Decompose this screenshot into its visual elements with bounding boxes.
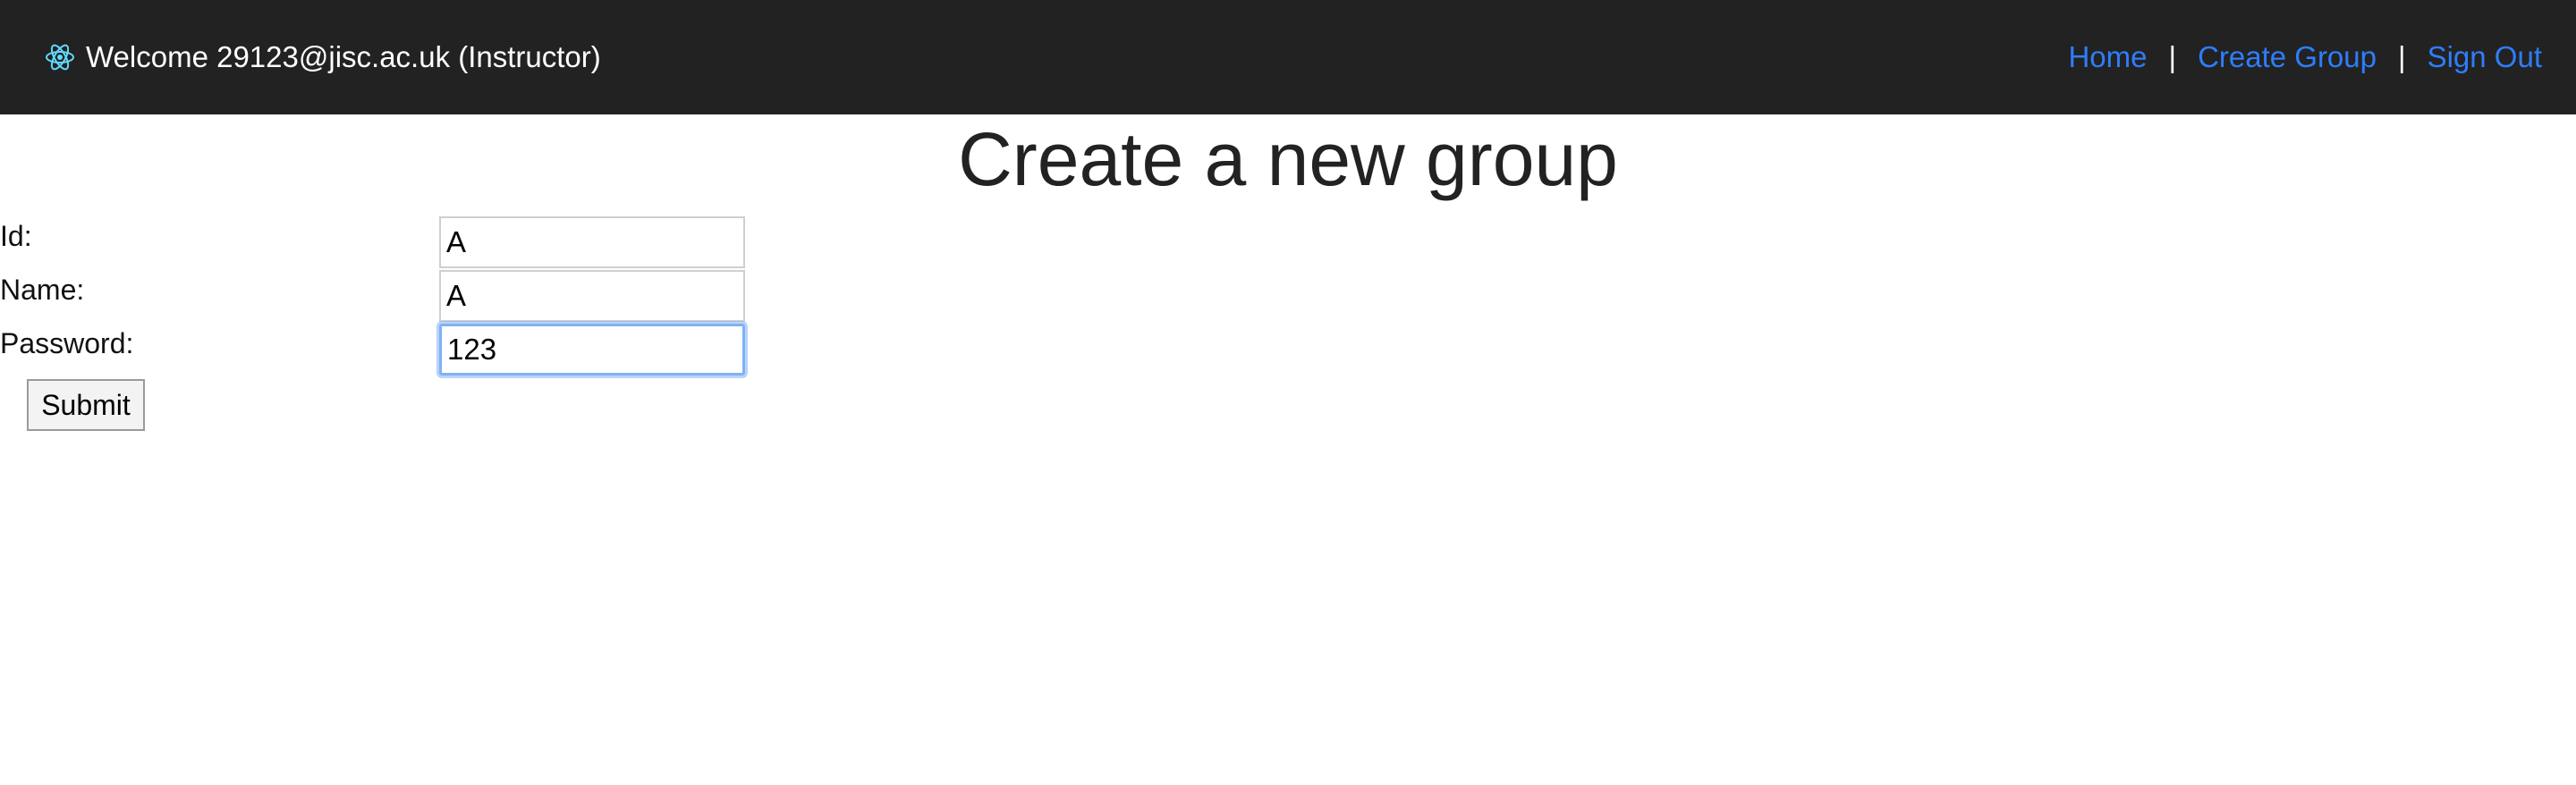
create-group-link[interactable]: Create Group [2198,40,2377,74]
name-label: Name: [0,274,85,306]
id-field[interactable] [439,216,745,268]
nav-separator: | [2398,40,2406,73]
password-label: Password: [0,327,134,359]
name-field[interactable] [439,270,745,322]
id-label: Id: [0,220,32,252]
navbar-brand[interactable]: Welcome 29123@jisc.ac.uk (Instructor) [45,36,601,79]
sign-out-link[interactable]: Sign Out [2428,40,2542,74]
home-link[interactable]: Home [2068,40,2147,74]
welcome-text: Welcome 29123@jisc.ac.uk (Instructor) [86,40,601,73]
nav-links: Home | Create Group | Sign Out [2068,36,2542,79]
page-title: Create a new group [958,117,1618,201]
navbar: Welcome 29123@jisc.ac.uk (Instructor) Ho… [0,0,2576,114]
react-atom-icon [45,42,75,72]
nav-separator: | [2168,40,2177,73]
password-field[interactable] [439,324,745,376]
submit-button[interactable]: Submit [27,379,145,431]
